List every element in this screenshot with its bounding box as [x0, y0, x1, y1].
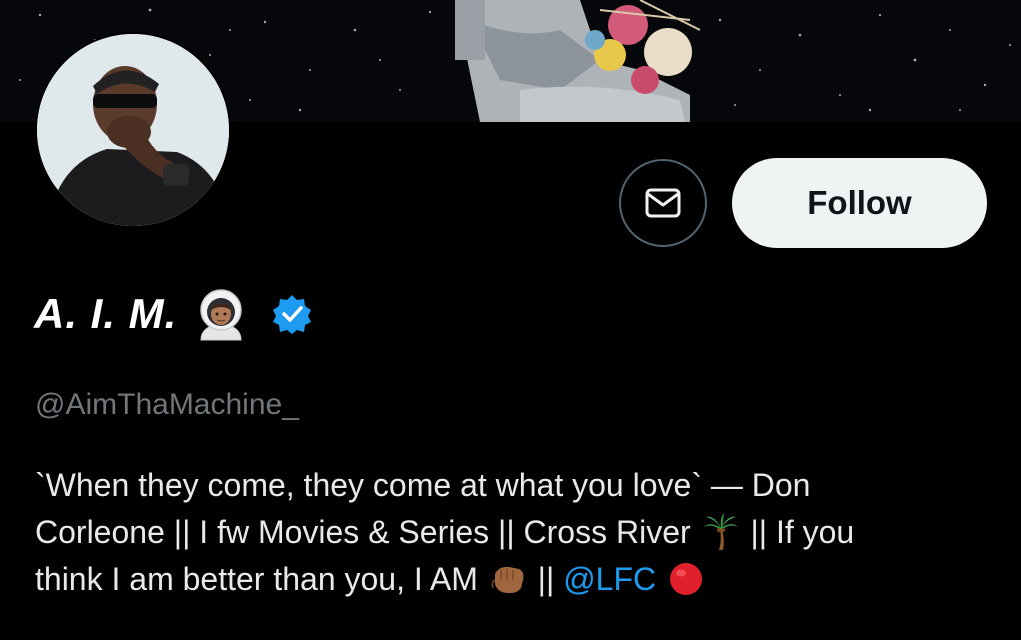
verified-check-icon[interactable]: [271, 293, 313, 335]
palm-tree-emoji: [703, 513, 738, 550]
display-name: A. I. M.: [34, 290, 178, 337]
bio-text: ||: [537, 561, 555, 597]
profile-avatar[interactable]: [35, 32, 231, 228]
bio-text: || If you: [750, 514, 855, 550]
message-button[interactable]: [619, 159, 707, 247]
bio-line: think I am better than you, I AM || @LFC: [35, 556, 995, 603]
profile-handle: @AimThaMachine_: [35, 388, 299, 421]
envelope-icon: [645, 188, 681, 218]
fist-bump-emoji: [491, 566, 524, 594]
mention-link[interactable]: @LFC: [563, 561, 656, 597]
astronaut-emoji: [200, 289, 243, 341]
bio-line: `When they come, they come at what you l…: [35, 467, 811, 503]
red-circle-emoji: [670, 563, 703, 595]
display-name-row: A. I. M.: [34, 286, 313, 342]
bio-line: Corleone || I fw Movies & Series || Cros…: [35, 509, 995, 556]
follow-button[interactable]: Follow: [732, 158, 987, 248]
bio-text: think I am better than you, I AM: [35, 561, 478, 597]
profile-bio: `When they come, they come at what you l…: [35, 462, 995, 603]
bio-text: Corleone || I fw Movies & Series || Cros…: [35, 514, 691, 550]
